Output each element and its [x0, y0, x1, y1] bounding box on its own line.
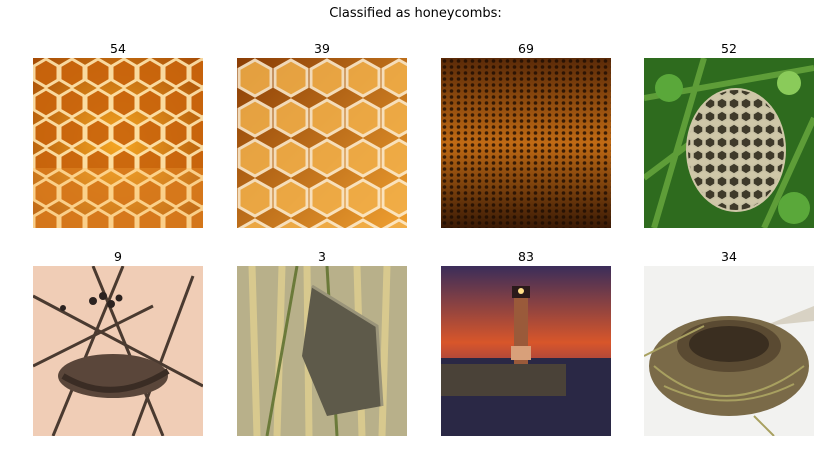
honeycomb-golden-image [237, 58, 407, 228]
lighthouse-at-sunset-image [441, 266, 611, 436]
image-label: 83 [518, 249, 534, 264]
figure-title: Classified as honeycombs: [329, 6, 502, 21]
image-label: 69 [518, 41, 534, 56]
honeycomb-closeup-image [33, 58, 203, 228]
bird-nest-on-white-image [644, 266, 814, 436]
honeycomb-perspective-image [441, 58, 611, 228]
wasp-nest-in-grass-image [644, 58, 814, 228]
bird-nest-in-branches-image [33, 266, 203, 436]
bird-nest-in-reeds-image [237, 266, 407, 436]
image-label: 54 [110, 41, 126, 56]
image-label: 39 [314, 41, 330, 56]
image-label: 52 [721, 41, 737, 56]
image-label: 3 [318, 249, 326, 264]
image-label: 9 [114, 249, 122, 264]
image-label: 34 [721, 249, 737, 264]
